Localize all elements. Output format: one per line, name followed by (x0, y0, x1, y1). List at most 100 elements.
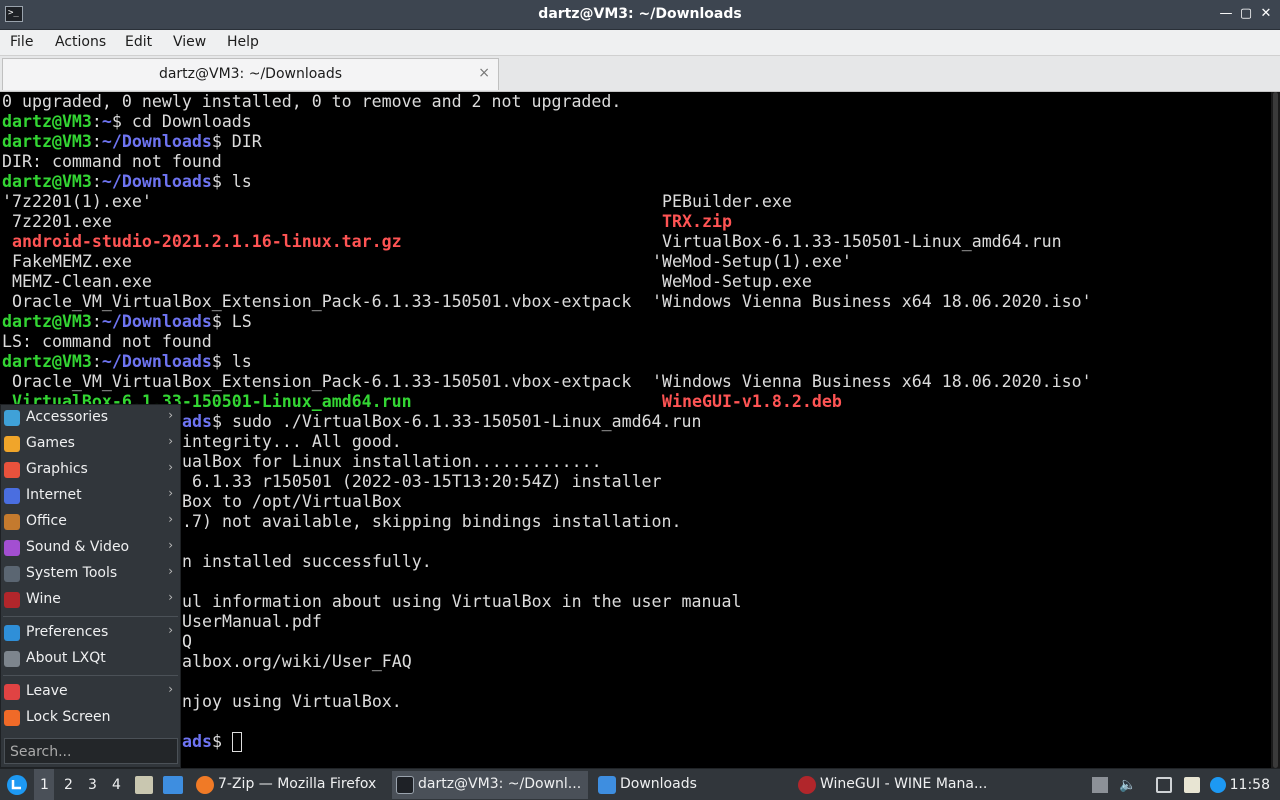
terminal-line: ul information about using VirtualBox in… (182, 592, 742, 611)
menu-item-sound-video[interactable]: Sound & Video › (1, 535, 180, 561)
menu-item-graphics[interactable]: Graphics › (1, 457, 180, 483)
taskbar-window-label: 7-Zip — Mozilla Firefox (218, 776, 377, 792)
taskbar-window-label: WineGUI - WINE Mana... (820, 776, 988, 792)
taskbar-window-winegui[interactable]: WineGUI - WINE Mana... (794, 771, 990, 799)
ls-entry: '7z2201(1).exe' (2, 192, 152, 211)
terminal-prompt-line: ads$ sudo ./VirtualBox-6.1.33-150501-Lin… (182, 412, 702, 432)
desktop-switch-2[interactable]: 2 (64, 777, 73, 793)
ls-entry: PEBuilder.exe (662, 192, 792, 211)
terminal-line: 6.1.33 r150501 (2022-03-15T13:20:54Z) in… (182, 472, 662, 491)
menu-item-wine[interactable]: Wine › (1, 587, 180, 613)
menu-search-input[interactable]: Search... (4, 738, 178, 764)
main-menu-button[interactable] (4, 769, 30, 800)
update-notifier-icon[interactable] (1210, 777, 1226, 793)
show-desktop-icon[interactable] (163, 776, 183, 794)
menu-item-label: About LXQt (26, 650, 106, 666)
terminal-prompt-line: dartz@VM3:~$ cd Downloads (2, 112, 252, 131)
terminal-cursor (232, 732, 242, 752)
menu-item-accessories[interactable]: Accessories › (1, 405, 180, 431)
terminal-output[interactable]: 0 upgraded, 0 newly installed, 0 to remo… (0, 92, 1271, 768)
taskbar-window-downloads[interactable]: Downloads (594, 771, 790, 799)
minimize-button[interactable]: — (1218, 6, 1234, 22)
terminal-line: .7) not available, skipping bindings ins… (182, 512, 682, 531)
menu-file[interactable]: File (10, 34, 33, 50)
menu-item-label: Lock Screen (26, 709, 111, 725)
menu-item-label: Leave (26, 683, 68, 699)
ls-entry: Oracle_VM_VirtualBox_Extension_Pack-6.1.… (2, 292, 632, 311)
menu-view[interactable]: View (173, 34, 206, 50)
menu-help[interactable]: Help (227, 34, 259, 50)
prompt-path: ads (182, 732, 212, 751)
maximize-button[interactable]: ▢ (1238, 6, 1254, 22)
graphics-icon (4, 462, 20, 478)
volume-icon[interactable]: 🔈 (1119, 777, 1136, 793)
menu-item-internet[interactable]: Internet › (1, 483, 180, 509)
terminal-line: DIR: command not found (2, 152, 222, 171)
prompt-path: ~/Downloads (101, 172, 212, 191)
terminal-line: UserManual.pdf (182, 612, 322, 631)
terminal-line: albox.org/wiki/User_FAQ (182, 652, 412, 671)
ls-entry: WeMod-Setup.exe (662, 272, 812, 291)
menu-item-office[interactable]: Office › (1, 509, 180, 535)
menu-item-label: Office (26, 513, 67, 529)
folder-icon (598, 776, 616, 794)
games-icon (4, 436, 20, 452)
menu-separator (3, 675, 178, 676)
ls-entry-archive: WineGUI-v1.8.2.deb (662, 392, 842, 411)
chevron-right-icon: › (168, 434, 173, 448)
desktop-switch-4[interactable]: 4 (112, 777, 121, 793)
menu-actions[interactable]: Actions (55, 34, 106, 50)
terminal-line: Q (182, 632, 192, 651)
tab-close-icon[interactable]: × (478, 65, 490, 81)
close-button[interactable]: ✕ (1258, 6, 1274, 22)
chevron-right-icon: › (168, 623, 173, 637)
menu-item-label: Wine (26, 591, 61, 607)
preferences-icon (4, 625, 20, 641)
taskbar-window-label: Downloads (620, 776, 697, 792)
taskbar-clock[interactable]: 11:58 (1230, 777, 1270, 793)
prompt-user: dartz@VM3 (2, 132, 92, 151)
scrollbar-thumb[interactable] (1273, 92, 1278, 768)
terminal-prompt-line: dartz@VM3:~/Downloads$ DIR (2, 132, 262, 151)
menu-item-about-lxqt[interactable]: About LXQt (1, 646, 180, 672)
clipboard-icon[interactable] (1184, 777, 1200, 793)
tab-label: dartz@VM3: ~/Downloads (158, 66, 343, 82)
desktop-switch-3[interactable]: 3 (88, 777, 97, 793)
command-text: $ DIR (211, 132, 262, 151)
terminal-line: Box to /opt/VirtualBox (182, 492, 402, 511)
menu-item-system-tools[interactable]: System Tools › (1, 561, 180, 587)
lock-icon (4, 710, 20, 726)
ls-entry: 'Windows Vienna Business x64 18.06.2020.… (652, 292, 1092, 311)
prompt-path: ~/Downloads (101, 352, 212, 371)
window-title: dartz@VM3: ~/Downloads (538, 6, 742, 22)
prompt-user: dartz@VM3 (2, 112, 92, 131)
sound-video-icon (4, 540, 20, 556)
terminal-scrollbar[interactable] (1271, 92, 1280, 768)
chevron-right-icon: › (168, 590, 173, 604)
taskbar: 1 2 3 4 7-Zip — Mozilla Firefox dartz@VM… (0, 768, 1280, 800)
desktop-switch-1[interactable]: 1 (40, 777, 49, 793)
file-manager-quicklaunch-icon[interactable] (135, 776, 153, 794)
ls-entry: 'Windows Vienna Business x64 18.06.2020.… (652, 372, 1092, 391)
terminal-prompt-line: ads$ (182, 732, 232, 752)
office-icon (4, 514, 20, 530)
ls-entry-archive: TRX.zip (662, 212, 732, 231)
tray-scroll-up-icon[interactable] (1092, 777, 1108, 793)
menu-item-leave[interactable]: Leave › (1, 679, 180, 705)
network-icon[interactable] (1156, 777, 1172, 793)
menu-item-games[interactable]: Games › (1, 431, 180, 457)
menu-edit[interactable]: Edit (125, 34, 152, 50)
menu-item-label: Games (26, 435, 75, 451)
taskbar-window-firefox[interactable]: 7-Zip — Mozilla Firefox (192, 771, 384, 799)
menu-item-preferences[interactable]: Preferences › (1, 620, 180, 646)
taskbar-window-terminal[interactable]: dartz@VM3: ~/Downl... (392, 771, 588, 799)
prompt-user: dartz@VM3 (2, 172, 92, 191)
winegui-icon (798, 776, 816, 794)
terminal-prompt-line: dartz@VM3:~/Downloads$ LS (2, 312, 252, 331)
accessories-icon (4, 410, 20, 426)
terminal-tab[interactable]: dartz@VM3: ~/Downloads × (2, 58, 499, 90)
wine-icon (4, 592, 20, 608)
terminal-line: 0 upgraded, 0 newly installed, 0 to remo… (2, 92, 622, 111)
menu-item-lock-screen[interactable]: Lock Screen (1, 705, 180, 731)
command-text: $ sudo ./VirtualBox-6.1.33-150501-Linux_… (211, 412, 702, 431)
